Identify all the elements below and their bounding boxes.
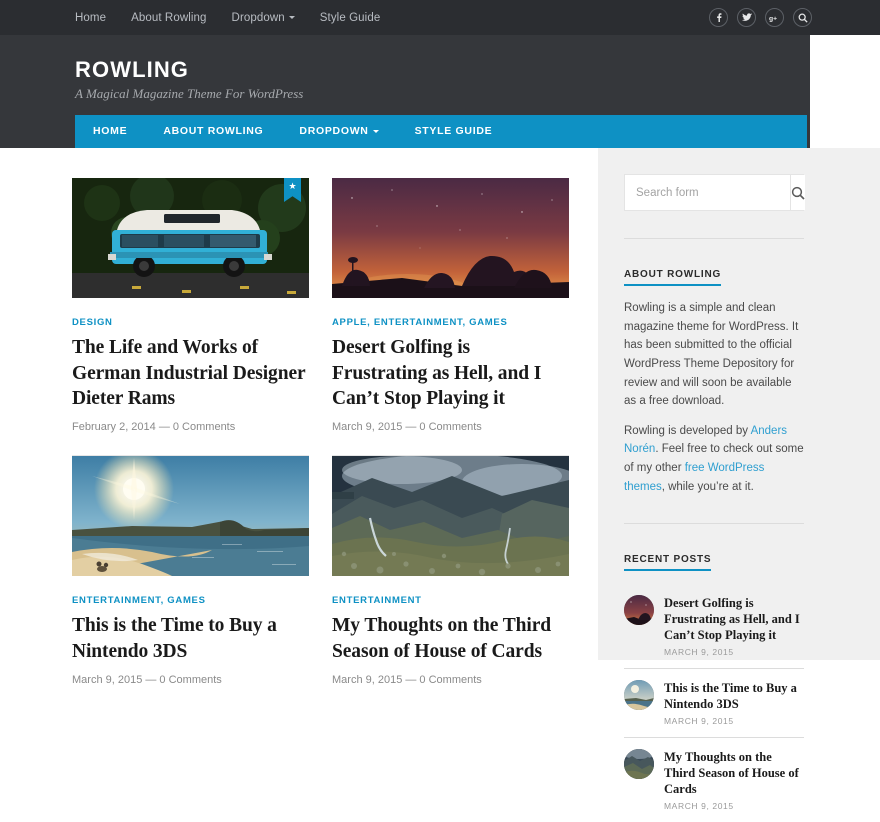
social-links: g+: [709, 0, 812, 35]
post-card: ENTERTAINMENT My Thoughts on the Third S…: [332, 456, 569, 685]
page-root: Home About Rowling Dropdown Style Guide …: [0, 0, 880, 660]
twitter-icon[interactable]: [737, 8, 756, 27]
widget-recent-posts: RECENT POSTS Desert Golfing is Frustrati: [624, 523, 804, 822]
post-categories[interactable]: APPLE, ENTERTAINMENT, GAMES: [332, 317, 569, 328]
recent-post-thumbnail: [624, 595, 654, 625]
post-card: APPLE, ENTERTAINMENT, GAMES Desert Golfi…: [332, 178, 569, 456]
post-title[interactable]: The Life and Works of German Industrial …: [72, 335, 309, 412]
about-paragraph-2: Rowling is developed by Anders Norén. Fe…: [624, 422, 804, 497]
mainnav-item-style-guide[interactable]: STYLE GUIDE: [397, 115, 511, 148]
recent-post-item[interactable]: Desert Golfing is Frustrating as Hell, a…: [624, 584, 804, 668]
chevron-down-icon: [373, 130, 379, 133]
chevron-down-icon: [289, 16, 295, 19]
sunset-sky-thumb: [624, 595, 654, 625]
post-meta: March 9, 2015 — 0 Comments: [332, 421, 569, 433]
search-submit-button[interactable]: [790, 175, 805, 210]
topnav-item-dropdown[interactable]: Dropdown: [232, 12, 295, 24]
topnav-label: Style Guide: [320, 12, 381, 24]
googleplus-icon[interactable]: g+: [765, 8, 784, 27]
post-card: ENTERTAINMENT, GAMES This is the Time to…: [72, 456, 309, 685]
mainnav-label: ABOUT ROWLING: [163, 125, 263, 137]
recent-post-text: This is the Time to Buy a Nintendo 3DS M…: [664, 680, 804, 726]
topnav-label: Home: [75, 12, 106, 24]
top-navigation: Home About Rowling Dropdown Style Guide: [75, 12, 405, 24]
top-bar: Home About Rowling Dropdown Style Guide …: [0, 0, 880, 35]
recent-post-item[interactable]: My Thoughts on the Third Season of House…: [624, 737, 804, 822]
topnav-label: About Rowling: [131, 12, 206, 24]
widget-title-about: ABOUT ROWLING: [624, 269, 721, 286]
post-card: ★ DESIGN The Life and Works of German In…: [72, 178, 309, 456]
widget-title-recent-posts: RECENT POSTS: [624, 554, 711, 571]
blue-van-image: [72, 178, 309, 298]
sunset-sky-image: [332, 178, 569, 298]
about-p2-before: Rowling is developed by: [624, 425, 751, 437]
site-description: A Magical Magazine Theme For WordPress: [75, 86, 303, 102]
recent-post-title[interactable]: My Thoughts on the Third Season of House…: [664, 749, 804, 797]
widget-about: ABOUT ROWLING Rowling is a simple and cl…: [624, 238, 804, 496]
recent-post-text: My Thoughts on the Third Season of House…: [664, 749, 804, 811]
post-thumbnail[interactable]: ★: [72, 178, 309, 298]
content-area: ★ DESIGN The Life and Works of German In…: [0, 148, 598, 660]
recent-post-title[interactable]: This is the Time to Buy a Nintendo 3DS: [664, 680, 804, 712]
mainnav-label: STYLE GUIDE: [415, 125, 493, 137]
recent-post-item[interactable]: This is the Time to Buy a Nintendo 3DS M…: [624, 668, 804, 737]
recent-post-date: MARCH 9, 2015: [664, 647, 804, 657]
mainnav-label: HOME: [93, 125, 127, 137]
main-navigation: HOME ABOUT ROWLING DROPDOWN STYLE GUIDE: [75, 115, 807, 148]
beach-sun-image: [72, 456, 309, 576]
widget-separator: [624, 523, 804, 524]
post-meta: March 9, 2015 — 0 Comments: [332, 674, 569, 686]
mainnav-label: DROPDOWN: [299, 125, 368, 137]
recent-post-date: MARCH 9, 2015: [664, 801, 804, 811]
topnav-item-about-rowling[interactable]: About Rowling: [131, 12, 206, 24]
recent-post-thumbnail: [624, 749, 654, 779]
post-meta: March 9, 2015 — 0 Comments: [72, 674, 309, 686]
search-form: [624, 174, 804, 211]
post-thumbnail[interactable]: [72, 456, 309, 576]
mainnav-item-about-rowling[interactable]: ABOUT ROWLING: [145, 115, 281, 148]
post-title[interactable]: My Thoughts on the Third Season of House…: [332, 613, 569, 664]
widget-separator: [624, 238, 804, 239]
search-icon[interactable]: [793, 8, 812, 27]
topnav-item-home[interactable]: Home: [75, 12, 106, 24]
post-categories[interactable]: ENTERTAINMENT, GAMES: [72, 595, 309, 606]
mountain-thumb: [624, 749, 654, 779]
recent-post-date: MARCH 9, 2015: [664, 716, 804, 726]
mainnav-item-dropdown[interactable]: DROPDOWN: [281, 115, 396, 148]
search-icon: [791, 186, 805, 200]
mainnav-item-home[interactable]: HOME: [75, 115, 145, 148]
post-thumbnail[interactable]: [332, 178, 569, 298]
post-thumbnail[interactable]: [332, 456, 569, 576]
beach-sun-thumb: [624, 680, 654, 710]
svg-text:g+: g+: [769, 15, 777, 21]
topnav-label: Dropdown: [232, 12, 285, 24]
post-grid: ★ DESIGN The Life and Works of German In…: [0, 148, 598, 686]
post-meta: February 2, 2014 — 0 Comments: [72, 421, 309, 433]
search-input[interactable]: [625, 175, 790, 210]
topnav-item-style-guide[interactable]: Style Guide: [320, 12, 381, 24]
recent-post-title[interactable]: Desert Golfing is Frustrating as Hell, a…: [664, 595, 804, 643]
post-title[interactable]: Desert Golfing is Frustrating as Hell, a…: [332, 335, 569, 412]
post-categories[interactable]: ENTERTAINMENT: [332, 595, 569, 606]
about-paragraph-1: Rowling is a simple and clean magazine t…: [624, 299, 804, 411]
mountain-waterfall-image: [332, 456, 569, 576]
site-title[interactable]: ROWLING: [75, 57, 189, 83]
post-title[interactable]: This is the Time to Buy a Nintendo 3DS: [72, 613, 309, 664]
recent-post-thumbnail: [624, 680, 654, 710]
sidebar: ABOUT ROWLING Rowling is a simple and cl…: [598, 148, 880, 660]
post-categories[interactable]: DESIGN: [72, 317, 309, 328]
recent-post-text: Desert Golfing is Frustrating as Hell, a…: [664, 595, 804, 657]
facebook-icon[interactable]: [709, 8, 728, 27]
about-p2-after: , while you’re at it.: [662, 481, 754, 493]
